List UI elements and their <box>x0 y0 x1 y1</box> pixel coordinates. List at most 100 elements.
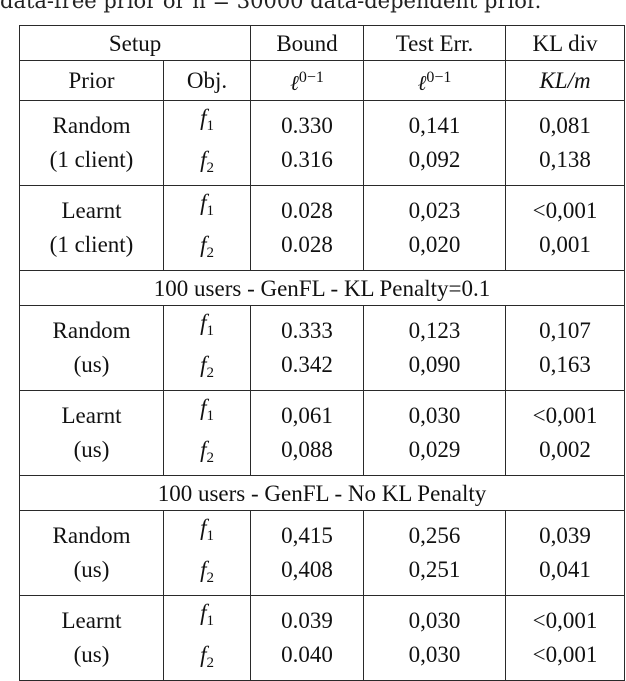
objective-cell: f1 f2 <box>162 390 252 476</box>
loss-superscript: 0−1 <box>298 69 324 86</box>
test-err-value: 0,092 <box>408 147 461 172</box>
objective-label: f1 <box>164 511 250 553</box>
kl-value: <0,001 <box>532 642 598 667</box>
kl-value: <0,001 <box>532 198 598 223</box>
objective-subscript: 1 <box>206 408 214 424</box>
table-row-group: Random (us) f1 f2 0.333 0.342 0,123 0,090 0,107 0… <box>19 305 626 391</box>
bound-value: 0,088 <box>281 437 333 462</box>
objective-label: f1 <box>164 186 250 228</box>
test-err-cell: 0,123 0,090 <box>363 305 507 391</box>
objective-cell: f1 f2 <box>162 510 252 596</box>
table-row-group: Learnt (us) f1 f2 0.039 0.040 0,030 0,030 <0,001… <box>19 595 626 681</box>
bound-value: 0.040 <box>281 642 333 667</box>
test-err-value: 0,030 <box>408 608 461 633</box>
prior-cell: Random (us) <box>19 510 164 596</box>
kl-cell: 0,081 0,138 <box>505 100 626 186</box>
objective-label: f1 <box>164 391 250 433</box>
kl-value: 0,107 <box>539 318 591 343</box>
bound-value: 0,061 <box>281 403 333 428</box>
kl-value: <0,001 <box>532 403 598 428</box>
prior-source: (1 client) <box>49 232 134 257</box>
objective-subscript: 1 <box>206 203 214 219</box>
objective-subscript: 2 <box>206 365 214 381</box>
kl-cell: <0,001 0,001 <box>505 185 626 271</box>
kl-value: 0,041 <box>539 557 591 582</box>
test-err-value: 0,256 <box>408 523 461 548</box>
prior-source: (us) <box>73 437 110 462</box>
objective-label: f2 <box>164 348 250 390</box>
objective-subscript: 2 <box>206 655 214 671</box>
table-row-group: Learnt (us) f1 f2 0,061 0,088 0,030 0,029 <0,001… <box>19 390 626 476</box>
bound-cell: 0.028 0.028 <box>250 185 365 271</box>
objective-subscript: 2 <box>206 570 214 586</box>
test-err-value: 0,030 <box>408 403 461 428</box>
objective-cell: f1 f2 <box>162 595 252 681</box>
bound-value: 0.028 <box>281 198 333 223</box>
kl-value: 0,002 <box>539 437 591 462</box>
test-err-cell: 0,030 0,029 <box>363 390 507 476</box>
test-err-value: 0,251 <box>408 557 461 582</box>
objective-subscript: 1 <box>206 528 214 544</box>
objective-label: f2 <box>164 553 250 595</box>
prior-cell: Learnt (us) <box>19 595 164 681</box>
table-row-group: Random (1 client) f1 f2 0.330 0.316 0,141 0,092… <box>19 100 626 186</box>
header-obj: Obj. <box>162 60 252 101</box>
bound-value: 0,415 <box>281 523 333 548</box>
kl-value: 0,081 <box>539 113 591 138</box>
header-row-top: Setup Bound Test Err. KL div <box>18 25 626 61</box>
prior-name: Learnt <box>61 198 122 223</box>
header-prior: Prior <box>19 60 164 101</box>
bound-cell: 0,061 0,088 <box>250 390 365 476</box>
prior-name: Random <box>52 523 131 548</box>
prior-source: (us) <box>73 642 110 667</box>
bound-value: 0.333 <box>281 318 333 343</box>
objective-subscript: 2 <box>206 245 214 261</box>
header-test-err: Test Err. <box>363 25 507 61</box>
objective-cell: f1 f2 <box>162 305 252 391</box>
test-err-cell: 0,141 0,092 <box>363 100 507 186</box>
objective-cell: f1 f2 <box>162 185 252 271</box>
prior-source: (us) <box>73 352 110 377</box>
objective-subscript: 1 <box>206 613 214 629</box>
section-title: 100 users - GenFL - No KL Penalty <box>18 475 626 511</box>
kl-cell: 0,107 0,163 <box>505 305 626 391</box>
table-row-group: Random (us) f1 f2 0,415 0,408 0,256 0,251 0,039 0… <box>19 510 626 596</box>
test-err-value: 0,141 <box>408 113 461 138</box>
bound-value: 0.028 <box>281 232 333 257</box>
objective-label: f2 <box>164 228 250 270</box>
prior-name: Random <box>52 318 131 343</box>
test-err-value: 0,123 <box>408 318 461 343</box>
bound-cell: 0,415 0,408 <box>250 510 365 596</box>
objective-label: f1 <box>164 596 250 638</box>
prior-name: Learnt <box>61 403 122 428</box>
kl-value: 0,039 <box>539 523 591 548</box>
header-setup: Setup <box>18 25 252 61</box>
bound-value: 0.316 <box>281 147 333 172</box>
header-kl-metric: KL/m <box>505 60 626 101</box>
header-kl-div: KL div <box>505 25 626 61</box>
prior-name: Learnt <box>61 608 122 633</box>
kl-value: 0,163 <box>539 352 591 377</box>
prior-source: (us) <box>73 557 110 582</box>
prior-cell: Random (1 client) <box>19 100 164 186</box>
header-bound-metric: ℓ0−1 <box>250 60 365 101</box>
header-bound: Bound <box>250 25 365 61</box>
kl-cell: <0,001 <0,001 <box>505 595 626 681</box>
test-err-value: 0,023 <box>408 198 461 223</box>
test-err-value: 0,029 <box>408 437 461 462</box>
objective-label: f2 <box>164 433 250 475</box>
prior-cell: Random (us) <box>19 305 164 391</box>
objective-label: f1 <box>164 306 250 348</box>
kl-value: <0,001 <box>532 608 598 633</box>
bound-value: 0.330 <box>281 113 333 138</box>
bound-cell: 0.333 0.342 <box>250 305 365 391</box>
loss-superscript: 0−1 <box>426 69 452 86</box>
kl-cell: 0,039 0,041 <box>505 510 626 596</box>
objective-subscript: 2 <box>206 160 214 176</box>
kl-cell: <0,001 0,002 <box>505 390 626 476</box>
objective-label: f2 <box>164 638 250 680</box>
section-header-row: 100 users - GenFL - KL Penalty=0.1 <box>18 270 626 306</box>
objective-subscript: 2 <box>206 450 214 466</box>
test-err-value: 0,090 <box>408 352 461 377</box>
objective-label: f1 <box>164 101 250 143</box>
